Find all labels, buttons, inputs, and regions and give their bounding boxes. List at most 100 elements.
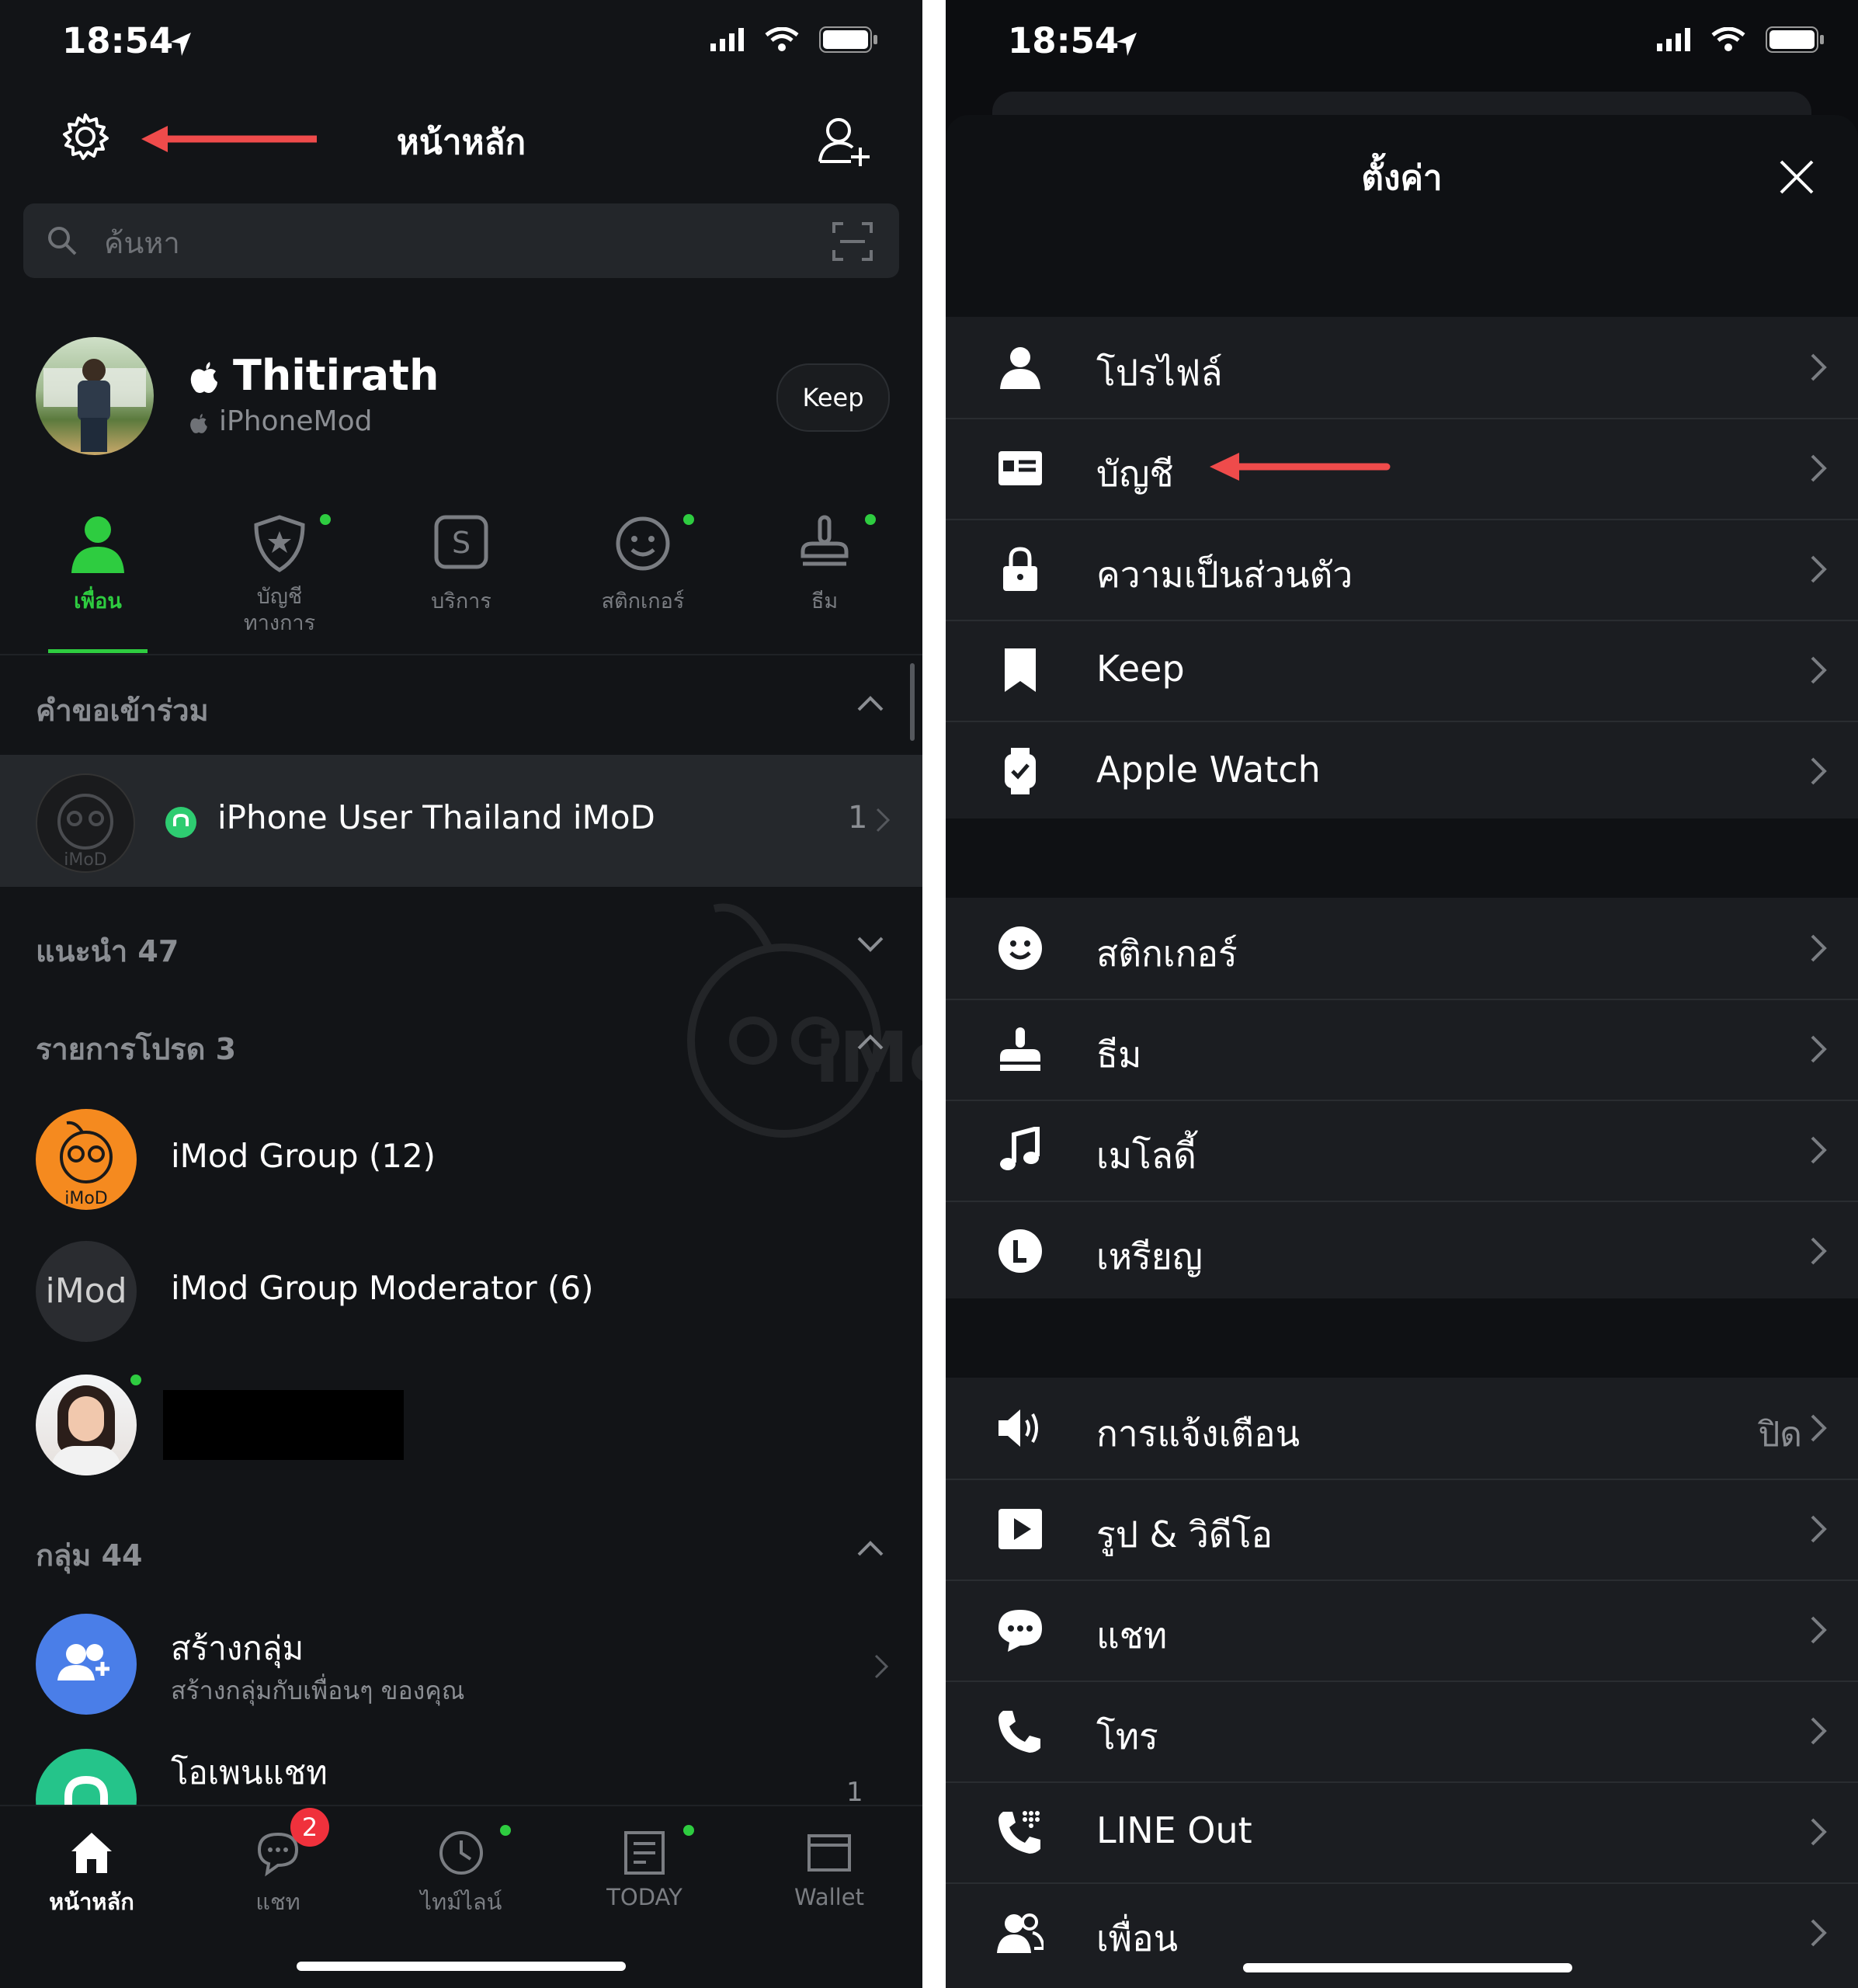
list-item-favorite[interactable]: iMoD iMod Group (12) (0, 1097, 922, 1221)
person-icon (1000, 347, 1040, 389)
settings-item-label: เพื่อน (1096, 1917, 1179, 1959)
profile-subtitle: iPhoneMod (219, 405, 373, 437)
settings-item-keep[interactable]: Keep (946, 620, 1858, 722)
settings-item-photos-videos[interactable]: รูป & วิดีโอ (946, 1479, 1858, 1581)
settings-item-label: Keep (1096, 648, 1185, 690)
chevron-right-icon (1811, 1919, 1827, 1947)
list-item-favorite[interactable]: iMod iMod Group Moderator (6) (0, 1229, 922, 1353)
close-icon[interactable] (1778, 158, 1815, 196)
speaker-icon (998, 1409, 1038, 1447)
list-item-join-request[interactable]: iMoD iPhone User Thailand iMoD 1 (0, 755, 922, 887)
nav-timeline[interactable]: ไทม์ไลน์ (384, 1825, 539, 1920)
lock-icon (1003, 547, 1037, 591)
apple-logo-small-icon (190, 413, 207, 433)
settings-item-calls[interactable]: โทร (946, 1680, 1858, 1783)
chevron-up-icon[interactable] (857, 1034, 884, 1050)
nav-wallet[interactable]: Wallet (752, 1828, 907, 1910)
settings-item-themes[interactable]: ธีม (946, 999, 1858, 1101)
settings-item-apple-watch[interactable]: Apple Watch (946, 721, 1858, 818)
chevron-down-icon[interactable] (857, 937, 884, 952)
settings-item-notifications[interactable]: การแจ้งเตือน ปิด (946, 1378, 1858, 1480)
tab-label-line1: บัญชี (256, 585, 303, 609)
settings-item-chat[interactable]: แชท (946, 1580, 1858, 1682)
status-time: 18:54 (1008, 20, 1120, 61)
tab-themes[interactable]: ธีม (747, 513, 902, 617)
tab-friends[interactable]: เพื่อน (20, 513, 175, 617)
create-group-avatar (36, 1614, 137, 1715)
settings-item-privacy[interactable]: ความเป็นส่วนตัว (946, 519, 1858, 621)
group-avatar: iMod (36, 1241, 137, 1342)
battery-icon (819, 26, 877, 53)
settings-item-label: สติกเกอร์ (1096, 933, 1238, 975)
phone-icon (998, 1711, 1040, 1753)
create-group-item[interactable]: สร้างกลุ่ม สร้างกลุ่มกับเพื่อนๆ ของคุณ (0, 1604, 922, 1729)
brush-icon (1000, 1027, 1040, 1071)
settings-item-label: Apple Watch (1096, 749, 1321, 791)
list-item-favorite[interactable] (0, 1362, 922, 1486)
wifi-icon (765, 27, 799, 51)
keep-button[interactable]: Keep (776, 363, 890, 432)
open-chat-title: โอเพนแชท (171, 1753, 328, 1792)
news-icon (624, 1831, 665, 1875)
scan-qr-icon[interactable] (832, 222, 873, 261)
tab-label: เพื่อน (74, 589, 122, 613)
tab-stickers[interactable]: สติกเกอร์ (565, 513, 721, 617)
chevron-right-icon (1811, 757, 1827, 785)
chevron-right-icon (1811, 1414, 1827, 1442)
chevron-right-icon (1811, 1515, 1827, 1543)
nav-label: แชท (255, 1889, 300, 1915)
nav-home[interactable]: หน้าหลัก (14, 1828, 169, 1920)
add-friend-icon[interactable] (817, 115, 873, 166)
annotation-arrow-icon (1210, 453, 1391, 481)
battery-icon (1766, 26, 1824, 53)
chevron-up-icon[interactable] (857, 1541, 884, 1556)
open-chat-avatar (36, 1749, 137, 1809)
settings-item-stickers[interactable]: สติกเกอร์ (946, 898, 1858, 1000)
tab-label: ธีม (811, 589, 839, 613)
wallet-icon (807, 1834, 851, 1872)
chat-bubble-icon (998, 1610, 1042, 1652)
group-avatar: iMoD (36, 773, 135, 873)
home-screen: 18:54 หน้าหลัก ค้นหา Thitirath iPhoneMod… (0, 0, 922, 1988)
settings-item-coins[interactable]: เหรียญ (946, 1201, 1858, 1298)
nav-today[interactable]: TODAY (567, 1825, 722, 1910)
settings-item-label: โทร (1096, 1715, 1158, 1757)
settings-item-melody[interactable]: เมโลดี้ (946, 1100, 1858, 1202)
settings-item-line-out[interactable]: LINE Out (946, 1781, 1858, 1884)
status-icons (710, 26, 878, 53)
bookmark-icon (1005, 648, 1036, 692)
home-indicator (1243, 1963, 1572, 1972)
settings-item-account[interactable]: บัญชี (946, 418, 1858, 520)
scrollbar[interactable] (910, 663, 915, 741)
tab-official-accounts[interactable]: บัญชี ทางการ (202, 513, 357, 637)
active-tab-indicator (48, 649, 148, 653)
friend-avatar (36, 1375, 137, 1475)
open-chat-item[interactable]: โอเพนแชท 1 (0, 1740, 922, 1809)
settings-item-label: บัญชี (1096, 453, 1174, 495)
tab-services[interactable]: S บริการ (384, 513, 539, 617)
chevron-right-icon (1811, 656, 1827, 684)
group-avatar: iMoD (36, 1109, 137, 1210)
create-group-title: สร้างกลุ่ม (171, 1629, 304, 1667)
nav-chat[interactable]: 2 แชท (200, 1808, 356, 1920)
section-title-requests: คำขอเข้าร่วม (36, 693, 209, 728)
nav-label: หน้าหลัก (49, 1889, 134, 1915)
settings-item-label: เหรียญ (1096, 1236, 1203, 1277)
search-icon (48, 227, 77, 255)
chevron-up-icon[interactable] (857, 696, 884, 711)
profile-name: Thitirath (233, 351, 439, 400)
id-card-icon (998, 451, 1042, 485)
settings-item-label: ธีม (1096, 1034, 1142, 1076)
chevron-right-icon (874, 1654, 888, 1679)
profile-avatar[interactable] (36, 337, 154, 455)
settings-item-value: ปิด (1758, 1415, 1802, 1455)
settings-group-style: สติกเกอร์ ธีม เมโลดี้ เหรียญ (946, 898, 1858, 1298)
brush-icon (801, 515, 849, 566)
settings-item-profile[interactable]: โปรไฟล์ (946, 317, 1858, 419)
gear-icon[interactable] (61, 112, 110, 162)
chevron-right-icon (1811, 1136, 1827, 1164)
settings-screen: 18:54 ตั้งค่า โปรไฟล์ บัญชี ความเป็นส่วน… (946, 0, 1858, 1988)
nav-label: ไทม์ไลน์ (420, 1889, 502, 1915)
search-input[interactable]: ค้นหา (23, 203, 899, 278)
settings-item-label: แชท (1096, 1614, 1168, 1656)
